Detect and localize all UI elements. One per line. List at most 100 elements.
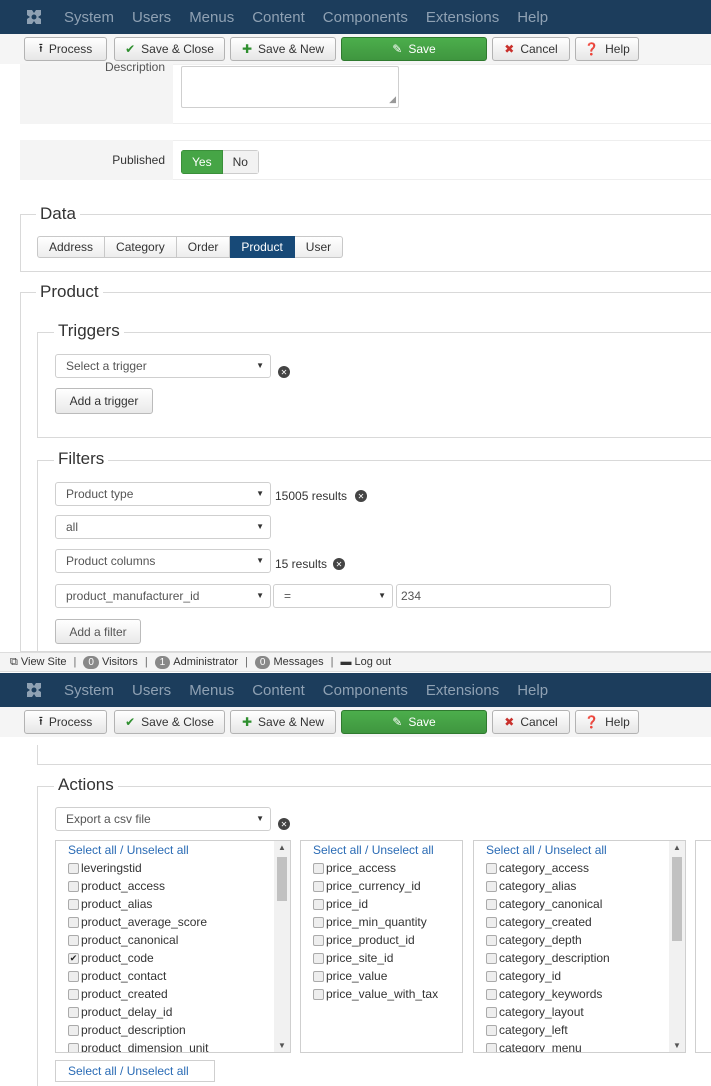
column-field-select[interactable]: product_manufacturer_id ▼ <box>55 584 271 608</box>
help-button[interactable]: ❓ Help <box>575 710 639 734</box>
joomla-logo-icon[interactable] <box>24 7 44 27</box>
checkbox[interactable] <box>313 988 324 1000</box>
checkbox[interactable] <box>313 952 324 964</box>
column-option[interactable]: category_id <box>474 967 685 985</box>
select-all-link[interactable]: Select all / Unselect all <box>474 841 685 859</box>
menu-system[interactable]: System <box>64 9 114 26</box>
column-option[interactable]: category_description <box>474 949 685 967</box>
process-button[interactable]: ⭱ Process <box>24 710 107 734</box>
menu-extensions[interactable]: Extensions <box>426 9 499 26</box>
joomla-logo-icon[interactable] <box>24 680 44 700</box>
product-columns-list[interactable]: Select all / Unselect all leveringstid pr… <box>55 840 291 1053</box>
help-button[interactable]: ❓ Help <box>575 37 639 61</box>
column-option[interactable]: category_canonical <box>474 895 685 913</box>
checkbox[interactable] <box>486 1042 497 1052</box>
menu-content[interactable]: Content <box>252 682 305 699</box>
logout-link[interactable]: ▬ Log out <box>340 656 391 668</box>
checkbox[interactable] <box>68 970 79 982</box>
published-no[interactable]: No <box>222 150 259 174</box>
product-columns-select[interactable]: Product columns ▼ <box>55 549 271 573</box>
column-option[interactable]: category_keywords <box>474 985 685 1003</box>
scrollbar[interactable]: ▲ ▼ <box>669 841 685 1052</box>
messages-item[interactable]: 0 Messages <box>254 655 324 669</box>
column-option[interactable]: price_value <box>301 967 462 985</box>
column-option[interactable]: product_canonical <box>56 931 290 949</box>
tab-product[interactable]: Product <box>230 236 295 258</box>
checkbox[interactable] <box>68 1024 79 1036</box>
column-option[interactable]: product_description <box>56 1021 290 1039</box>
checkbox[interactable] <box>68 862 79 874</box>
category-columns-list[interactable]: Select all / Unselect all category_acces… <box>473 840 686 1053</box>
column-option[interactable]: price_site_id <box>301 949 462 967</box>
published-yes[interactable]: Yes <box>181 150 223 174</box>
checkbox[interactable] <box>313 898 324 910</box>
select-all-link[interactable]: Select all / Unselect all <box>56 841 290 859</box>
column-option[interactable]: price_id <box>301 895 462 913</box>
column-option[interactable]: price_product_id <box>301 931 462 949</box>
checkbox[interactable] <box>486 880 497 892</box>
checkbox[interactable] <box>486 916 497 928</box>
tab-order[interactable]: Order <box>176 236 231 258</box>
checkbox[interactable] <box>486 1024 497 1036</box>
menu-users[interactable]: Users <box>132 682 171 699</box>
checkbox[interactable] <box>313 862 324 874</box>
description-textarea[interactable]: ◢ <box>181 66 399 108</box>
column-option[interactable]: product_contact <box>56 967 290 985</box>
select-all-link-bottom[interactable]: Select all / Unselect all <box>55 1060 215 1082</box>
visitors-item[interactable]: 0 Visitors <box>83 655 138 669</box>
scroll-down-icon[interactable]: ▼ <box>274 1041 290 1050</box>
checkbox-checked[interactable]: ✔ <box>68 952 79 964</box>
checkbox[interactable] <box>313 934 324 946</box>
column-option[interactable]: category_left <box>474 1021 685 1039</box>
column-option[interactable]: product_created <box>56 985 290 1003</box>
save-new-button[interactable]: ✚ Save & New <box>230 37 336 61</box>
checkbox[interactable] <box>486 862 497 874</box>
scroll-up-icon[interactable]: ▲ <box>274 843 290 852</box>
checkbox[interactable] <box>68 1006 79 1018</box>
view-site-link[interactable]: ⧉ View Site <box>10 656 67 669</box>
clear-product-type-icon[interactable]: ✕ <box>355 490 367 502</box>
scroll-up-icon[interactable]: ▲ <box>669 843 685 852</box>
checkbox[interactable] <box>486 988 497 1000</box>
process-button[interactable]: ⭱ Process <box>24 37 107 61</box>
column-option[interactable]: product_access <box>56 877 290 895</box>
cancel-button[interactable]: ✖ Cancel <box>492 37 570 61</box>
column-option[interactable]: price_value_with_tax <box>301 985 462 1003</box>
checkbox[interactable] <box>313 970 324 982</box>
resize-grip-icon[interactable]: ◢ <box>389 94 396 105</box>
scroll-thumb[interactable] <box>672 857 682 941</box>
menu-help[interactable]: Help <box>517 682 548 699</box>
column-option[interactable]: category_menu <box>474 1039 685 1052</box>
type-value-select[interactable]: all ▼ <box>55 515 271 539</box>
product-type-select[interactable]: Product type ▼ <box>55 482 271 506</box>
extra-columns-list[interactable] <box>695 840 711 1053</box>
cancel-button[interactable]: ✖ Cancel <box>492 710 570 734</box>
menu-menus[interactable]: Menus <box>189 9 234 26</box>
scroll-down-icon[interactable]: ▼ <box>669 1041 685 1050</box>
filter-value-input[interactable]: 234 <box>396 584 611 608</box>
column-option[interactable]: category_created <box>474 913 685 931</box>
scrollbar[interactable]: ▲ ▼ <box>274 841 290 1052</box>
column-option[interactable]: product_delay_id <box>56 1003 290 1021</box>
column-option[interactable]: price_min_quantity <box>301 913 462 931</box>
clear-trigger-icon[interactable]: ✕ <box>278 366 290 378</box>
column-option[interactable]: product_dimension_unit <box>56 1039 290 1052</box>
save-close-button[interactable]: ✔ Save & Close <box>114 710 225 734</box>
column-option[interactable]: category_depth <box>474 931 685 949</box>
save-button[interactable]: ✎ Save <box>341 37 487 61</box>
column-option[interactable]: product_alias <box>56 895 290 913</box>
price-columns-list[interactable]: Select all / Unselect all price_access pr… <box>300 840 463 1053</box>
add-trigger-button[interactable]: Add a trigger <box>55 388 153 414</box>
menu-components[interactable]: Components <box>323 682 408 699</box>
operator-select[interactable]: = ▼ <box>273 584 393 608</box>
tab-category[interactable]: Category <box>105 236 177 258</box>
administrator-item[interactable]: 1 Administrator <box>154 655 238 669</box>
scroll-thumb[interactable] <box>277 857 287 901</box>
clear-columns-icon[interactable]: ✕ <box>333 558 345 570</box>
column-option[interactable]: category_access <box>474 859 685 877</box>
checkbox[interactable] <box>68 934 79 946</box>
trigger-select[interactable]: Select a trigger ▼ <box>55 354 271 378</box>
tab-address[interactable]: Address <box>37 236 106 258</box>
checkbox[interactable] <box>486 952 497 964</box>
column-option[interactable]: price_currency_id <box>301 877 462 895</box>
